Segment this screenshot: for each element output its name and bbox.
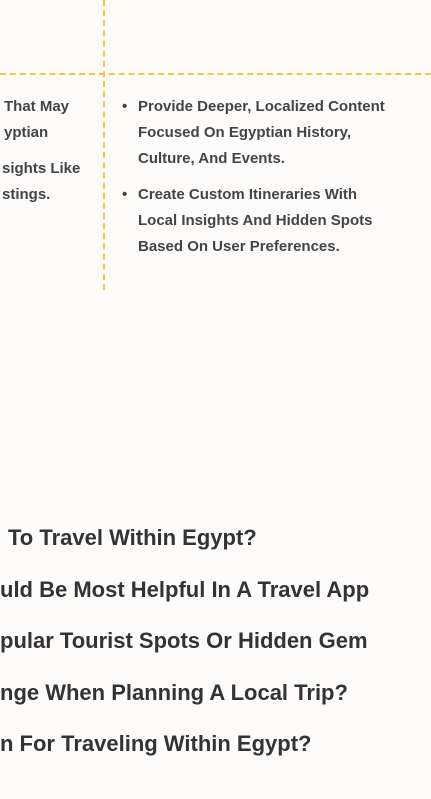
survey-question: uld Be Most Helpful In A Travel App bbox=[0, 576, 370, 602]
survey-question: nge When Planning A Local Trip? bbox=[0, 679, 348, 705]
right-column-bullets: • Provide Deeper, Localized Content Focu… bbox=[122, 94, 427, 270]
bullet-line: Local Insights And Hidden Spots bbox=[138, 212, 373, 229]
bullet-item: • Create Custom Itineraries With Local I… bbox=[122, 182, 427, 260]
left-note-spacer bbox=[0, 146, 100, 156]
bullet-line: Culture, And Events. bbox=[138, 150, 285, 167]
left-note-line: yptian bbox=[4, 124, 49, 141]
bullet-line: Focused On Egyptian History, bbox=[138, 124, 352, 141]
survey-question: pular Tourist Spots Or Hidden Gem bbox=[0, 628, 368, 653]
bullet-dot: • bbox=[122, 98, 128, 115]
survey-questions-list: To Travel Within Egypt? uld Be Most Help… bbox=[0, 525, 431, 783]
left-note-line: stings. bbox=[2, 186, 51, 203]
bullet-line: Based On User Preferences. bbox=[138, 238, 340, 255]
survey-question: To Travel Within Egypt? bbox=[8, 525, 257, 550]
bullet-line: Create Custom Itineraries With bbox=[138, 186, 358, 203]
bullet-line: Provide Deeper, Localized Content bbox=[138, 98, 385, 115]
survey-question: n For Traveling Within Egypt? bbox=[0, 731, 312, 756]
left-note-line: sights Like bbox=[2, 160, 81, 177]
bullet-item: • Provide Deeper, Localized Content Focu… bbox=[122, 94, 427, 172]
left-note-line: That May bbox=[4, 98, 70, 115]
horizontal-dashed-divider bbox=[0, 73, 431, 75]
left-column-notes: That May yptian sights Like stings. bbox=[0, 94, 100, 208]
bullet-dot: • bbox=[122, 186, 128, 203]
vertical-dashed-divider bbox=[103, 0, 105, 290]
